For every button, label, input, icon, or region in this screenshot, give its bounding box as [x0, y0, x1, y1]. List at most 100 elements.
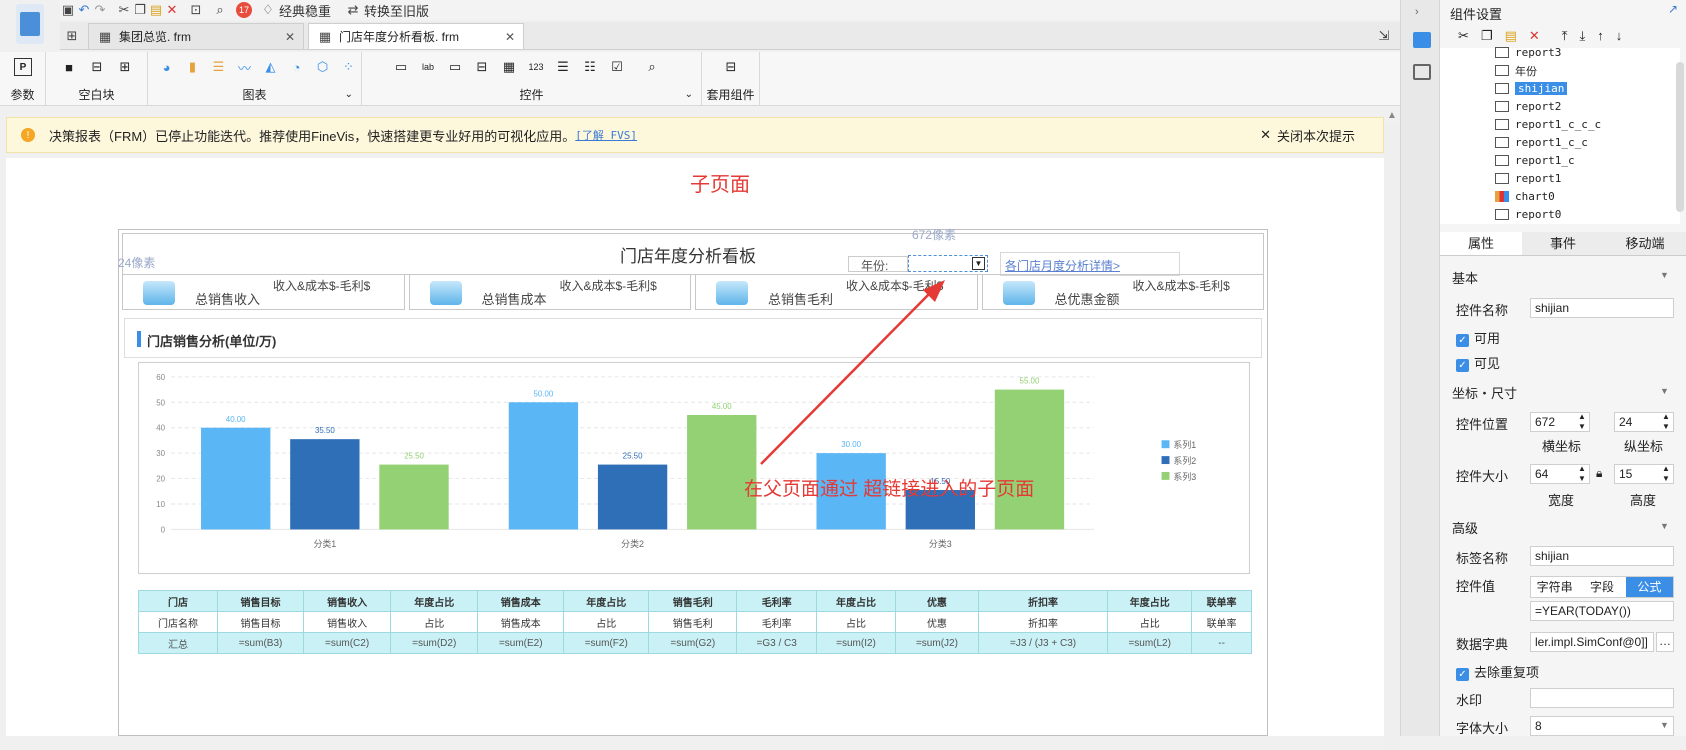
table-cell[interactable]: 销售毛利: [648, 590, 738, 612]
tree-item[interactable]: report1_c_c_c: [1495, 116, 1601, 133]
spinner-icon[interactable]: ▲ ▼: [1662, 464, 1670, 484]
table-cell[interactable]: 占比: [563, 611, 650, 633]
textarea-widget-icon[interactable]: ☰: [554, 58, 572, 76]
query-button-icon[interactable]: ⌕: [643, 58, 661, 76]
table-cell[interactable]: =sum(F2): [563, 632, 650, 654]
cut-icon[interactable]: ✂: [116, 2, 132, 18]
editor-scrollbar-top[interactable]: ▲: [1385, 110, 1399, 124]
dropdown-widget-icon[interactable]: ⊟: [473, 58, 491, 76]
close-icon[interactable]: ✕: [505, 30, 515, 44]
table-cell[interactable]: 占比: [390, 611, 479, 633]
lock-icon[interactable]: 🔒︎: [1596, 466, 1602, 481]
tree-item[interactable]: report0: [1495, 206, 1561, 223]
tab-group-overview[interactable]: ▦ 集团总览. frm ✕: [88, 23, 304, 49]
month-detail-link[interactable]: 各门店月度分析详情>: [1000, 252, 1180, 276]
delete-icon[interactable]: ✕: [164, 2, 180, 18]
dict-field[interactable]: ler.impl.SimConf@0]]: [1530, 632, 1654, 652]
tag-field[interactable]: shijian: [1530, 546, 1674, 566]
value-type-string[interactable]: 字符串: [1531, 577, 1578, 597]
notice-link[interactable]: [了解 FVS]: [575, 127, 637, 143]
tree-item[interactable]: shijian: [1495, 80, 1568, 97]
search-icon[interactable]: ⌕: [212, 2, 228, 18]
bar-chart-icon[interactable]: ▮: [184, 58, 201, 76]
spinner-icon[interactable]: ▲ ▼: [1578, 412, 1586, 432]
button-widget-icon[interactable]: ▭: [392, 58, 410, 76]
notification-badge[interactable]: 17: [236, 2, 252, 18]
more-icon[interactable]: …: [1656, 632, 1674, 652]
table-cell[interactable]: 汇总: [137, 632, 219, 654]
visible-checkbox[interactable]: ✓ 可见: [1456, 353, 1500, 372]
expand-icon[interactable]: ↗: [1668, 2, 1678, 16]
tree-item[interactable]: report1: [1495, 170, 1561, 187]
section-coordinates[interactable]: 坐标・尺寸: [1452, 383, 1517, 402]
classic-theme-button[interactable]: ♢ 经典稳重: [260, 1, 331, 20]
tab-properties[interactable]: 属性: [1440, 232, 1522, 255]
number-widget-icon[interactable]: 123: [527, 58, 545, 76]
formula-field[interactable]: =YEAR(TODAY()): [1530, 601, 1674, 621]
chevron-down-icon[interactable]: ▼: [1660, 270, 1669, 280]
table-cell[interactable]: 折扣率: [977, 611, 1109, 633]
watermark-field[interactable]: [1530, 688, 1674, 708]
hbar-chart-icon[interactable]: ☰: [210, 58, 227, 76]
font-size-field[interactable]: 8: [1530, 716, 1674, 736]
table-cell[interactable]: =sum(L2): [1107, 632, 1193, 654]
delete-icon[interactable]: ✕: [1529, 28, 1540, 44]
chevron-down-icon[interactable]: ⌄: [685, 89, 693, 100]
table-cell[interactable]: 优惠: [895, 590, 979, 612]
close-icon[interactable]: ✕: [285, 30, 295, 44]
table-cell[interactable]: --: [1191, 632, 1252, 654]
section-advanced[interactable]: 高级: [1452, 518, 1478, 537]
table-cell[interactable]: 年度占比: [816, 590, 897, 612]
save-icon[interactable]: ▣: [60, 2, 76, 18]
chevron-down-icon[interactable]: ▼: [1660, 521, 1669, 531]
tab-events[interactable]: 事件: [1522, 232, 1604, 255]
tree-item[interactable]: report1_c: [1495, 152, 1575, 169]
component-settings-icon[interactable]: [1413, 32, 1431, 48]
tab-store-dashboard[interactable]: ▦ 门店年度分析看板. frm ✕: [308, 23, 524, 49]
table-cell[interactable]: 占比: [816, 611, 897, 633]
table-cell[interactable]: 年度占比: [563, 590, 650, 612]
redo-icon[interactable]: ↷: [92, 2, 108, 18]
copy-icon[interactable]: ❐: [132, 2, 148, 18]
tree-item[interactable]: report2: [1495, 98, 1561, 115]
cut-icon[interactable]: ✂: [1458, 28, 1469, 44]
preview-icon[interactable]: ⊡: [188, 2, 204, 18]
table-cell[interactable]: 联单率: [1191, 590, 1252, 612]
move-bottom-icon[interactable]: ⤓: [1580, 28, 1586, 44]
table-cell[interactable]: =sum(C2): [303, 632, 392, 654]
undo-icon[interactable]: ↶: [76, 2, 92, 18]
block-icon[interactable]: ■: [60, 58, 78, 76]
absolute-block-icon[interactable]: ⊞: [116, 58, 134, 76]
name-field[interactable]: shijian: [1530, 298, 1674, 318]
table-cell[interactable]: =J3 / (J3 + C3): [977, 632, 1109, 654]
table-cell[interactable]: 联单率: [1191, 611, 1252, 633]
copy-icon[interactable]: ❐: [1481, 28, 1493, 44]
year-selector[interactable]: ▼: [908, 255, 988, 272]
dedupe-checkbox[interactable]: ✓ 去除重复项: [1456, 662, 1539, 681]
grid-icon[interactable]: ⊞: [64, 28, 80, 44]
table-cell[interactable]: 销售收入: [303, 611, 392, 633]
editor-scrollbar[interactable]: [1385, 124, 1399, 750]
section-basic[interactable]: 基本: [1452, 268, 1478, 287]
chevron-down-icon[interactable]: ⌄: [345, 89, 353, 100]
value-type-formula[interactable]: 公式: [1625, 577, 1673, 597]
tree-item[interactable]: report1_c_c: [1495, 134, 1588, 151]
scatter-chart-icon[interactable]: ⁘: [340, 58, 357, 76]
convert-old-button[interactable]: ⇄ 转换至旧版: [345, 1, 429, 20]
table-cell[interactable]: =G3 / C3: [736, 632, 818, 654]
table-cell[interactable]: 销售成本: [477, 611, 565, 633]
table-cell[interactable]: 门店名称: [137, 611, 219, 633]
table-cell[interactable]: 门店: [137, 590, 219, 612]
date-widget-icon[interactable]: ▦: [500, 58, 518, 76]
table-cell[interactable]: =sum(G2): [648, 632, 738, 654]
tree-item[interactable]: 年份: [1495, 62, 1537, 79]
tree-item[interactable]: report3: [1495, 44, 1561, 61]
tab-block-icon[interactable]: ⊟: [88, 58, 106, 76]
table-cell[interactable]: =sum(D2): [390, 632, 479, 654]
param-icon[interactable]: P: [14, 58, 32, 76]
table-cell[interactable]: 毛利率: [736, 590, 818, 612]
paste-icon[interactable]: ▤: [1505, 28, 1517, 44]
table-cell[interactable]: 折扣率: [977, 590, 1109, 612]
spinner-icon[interactable]: ▲ ▼: [1578, 464, 1586, 484]
table-cell[interactable]: 年度占比: [390, 590, 479, 612]
